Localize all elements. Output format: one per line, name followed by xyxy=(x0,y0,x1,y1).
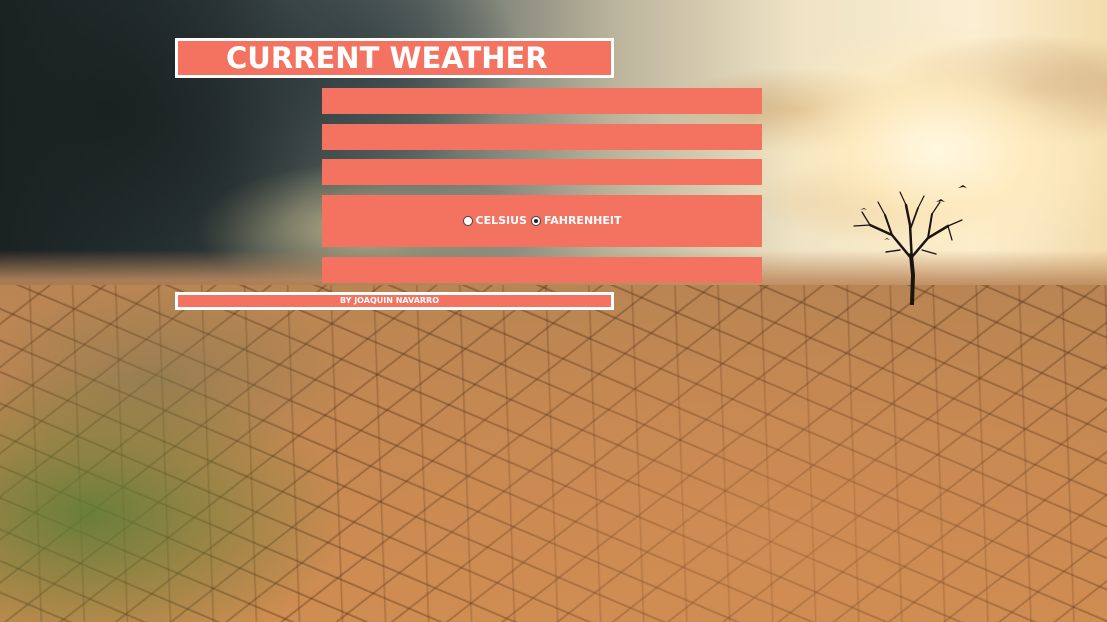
cracked-ground xyxy=(0,285,1107,622)
author-credit: BY JOAQUIN NAVARRO xyxy=(339,296,440,305)
weather-description-bar xyxy=(322,159,762,185)
weather-temperature-bar xyxy=(322,124,762,150)
bare-tree-icon xyxy=(853,185,967,305)
celsius-option[interactable]: CELSIUS xyxy=(462,214,527,228)
page-title: CURRENT WEATHER xyxy=(226,41,548,75)
celsius-radio[interactable] xyxy=(462,216,473,226)
fahrenheit-radio[interactable] xyxy=(530,216,541,226)
weather-location-bar xyxy=(322,88,762,114)
title-box: CURRENT WEATHER xyxy=(175,38,614,78)
unit-selector: CELSIUS FAHRENHEIT xyxy=(322,195,762,247)
credit-box: BY JOAQUIN NAVARRO xyxy=(175,292,614,310)
celsius-label: CELSIUS xyxy=(475,214,527,227)
fahrenheit-option[interactable]: FAHRENHEIT xyxy=(530,214,622,228)
fahrenheit-label: FAHRENHEIT xyxy=(543,214,622,227)
weather-extra-bar xyxy=(322,257,762,283)
